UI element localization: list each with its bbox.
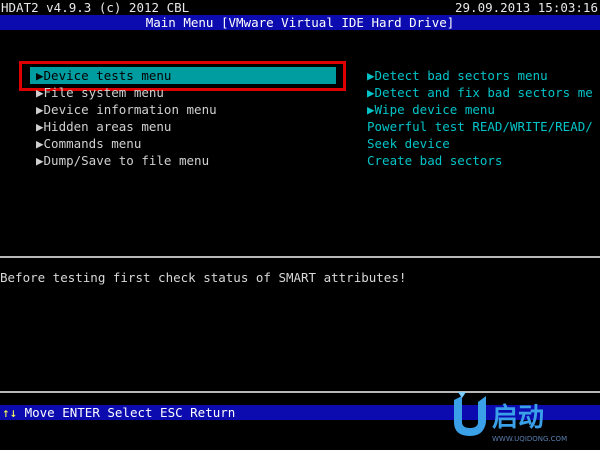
app-title: HDAT2 v4.9.3 (c) 2012 CBL (1, 0, 190, 15)
arrow-keys-icon: ↑↓ (2, 405, 18, 420)
submenu-item-wipe-device[interactable]: ▶Wipe device menu (367, 101, 495, 118)
u-logo-accent-icon (458, 392, 466, 398)
title-bar: HDAT2 v4.9.3 (c) 2012 CBL 29.09.2013 15:… (0, 0, 600, 15)
submenu-item-detect-fix-bad-sectors[interactable]: ▶Detect and fix bad sectors me (367, 84, 593, 101)
footer-help-text: Move ENTER Select ESC Return (24, 405, 236, 420)
logo-brand-text: 启动 (492, 402, 544, 433)
menu-item-dump-save[interactable]: ▶Dump/Save to file menu (36, 152, 209, 169)
submenu-item-powerful-test[interactable]: Powerful test READ/WRITE/READ/ (367, 118, 593, 135)
menu-item-file-system[interactable]: ▶File system menu (36, 84, 164, 101)
menu-item-device-information[interactable]: ▶Device information menu (36, 101, 217, 118)
clock: 29.09.2013 15:03:16 (455, 0, 598, 15)
submenu-item-seek-device[interactable]: Seek device (367, 135, 450, 152)
status-message: Before testing first check status of SMA… (0, 270, 407, 285)
u-logo-icon (454, 396, 486, 436)
menu-header: Main Menu [VMware Virtual IDE Hard Drive… (0, 15, 600, 30)
submenu-item-create-bad-sectors[interactable]: Create bad sectors (367, 152, 502, 169)
menu-item-commands[interactable]: ▶Commands menu (36, 135, 141, 152)
submenu-item-detect-bad-sectors[interactable]: ▶Detect bad sectors menu (367, 67, 548, 84)
watermark-logo: 启动 WWW.UQIDONG.COM (454, 392, 567, 443)
divider-top (0, 256, 600, 258)
logo-url-text: WWW.UQIDONG.COM (492, 435, 567, 443)
menu-item-hidden-areas[interactable]: ▶Hidden areas menu (36, 118, 171, 135)
